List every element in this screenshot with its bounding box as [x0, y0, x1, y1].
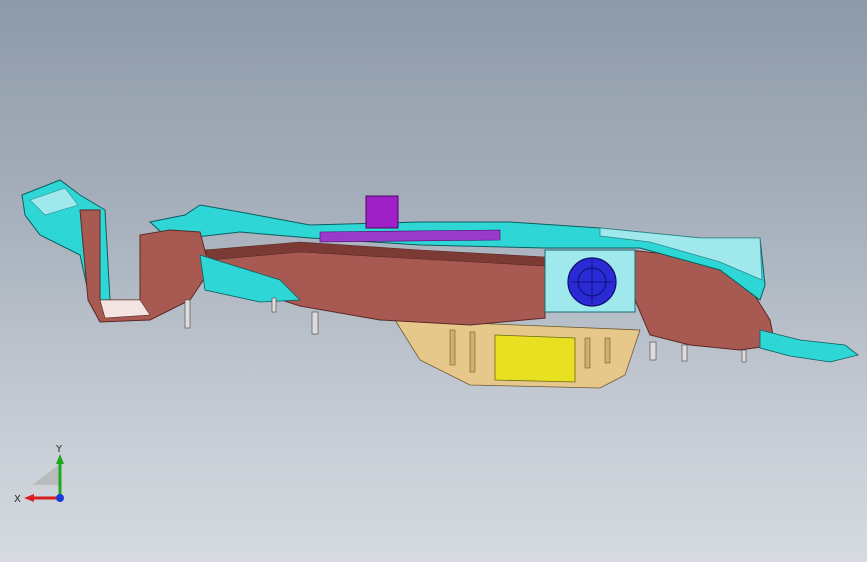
- triad-plane: [32, 464, 60, 485]
- x-axis-arrowhead: [24, 494, 34, 502]
- x-axis-label: X: [14, 494, 21, 505]
- yellow-block[interactable]: [494, 334, 576, 383]
- right-tail[interactable]: [759, 329, 859, 363]
- cad-viewport[interactable]: Y X: [0, 0, 867, 562]
- purple-clip[interactable]: [365, 195, 399, 229]
- coordinate-triad: Y X: [14, 444, 64, 505]
- z-axis-dot: [56, 494, 64, 502]
- instrument-panel-3d-model[interactable]: [0, 0, 867, 562]
- y-axis-label: Y: [55, 444, 63, 455]
- y-axis-arrowhead: [56, 454, 64, 464]
- purple-strip: [319, 229, 501, 243]
